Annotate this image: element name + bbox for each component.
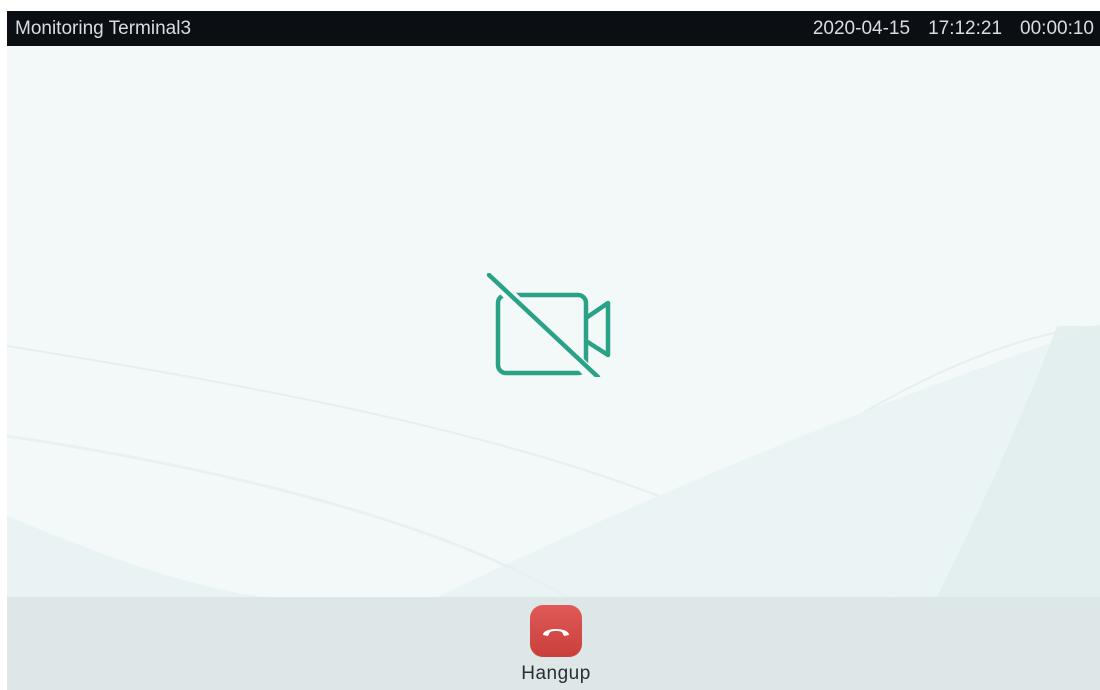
intercom-call-screen: Monitoring Terminal3 2020-04-15 17:12:21…: [7, 11, 1100, 690]
camera-off-icon: [486, 273, 611, 377]
hangup-label: Hangup: [521, 663, 591, 684]
status-info: 2020-04-15 17:12:21 00:00:10: [813, 18, 1094, 40]
status-bar: Monitoring Terminal3 2020-04-15 17:12:21…: [7, 11, 1100, 46]
video-area: [7, 46, 1100, 597]
device-title: Monitoring Terminal3: [15, 17, 192, 39]
hangup-button[interactable]: [530, 605, 582, 657]
current-date: 2020-04-15: [812, 17, 911, 39]
current-time: 17:12:21: [928, 17, 1003, 39]
call-duration: 00:00:10: [1020, 17, 1094, 39]
call-controls: Hangup: [7, 597, 1100, 690]
phone-hangup-icon: [543, 629, 569, 636]
